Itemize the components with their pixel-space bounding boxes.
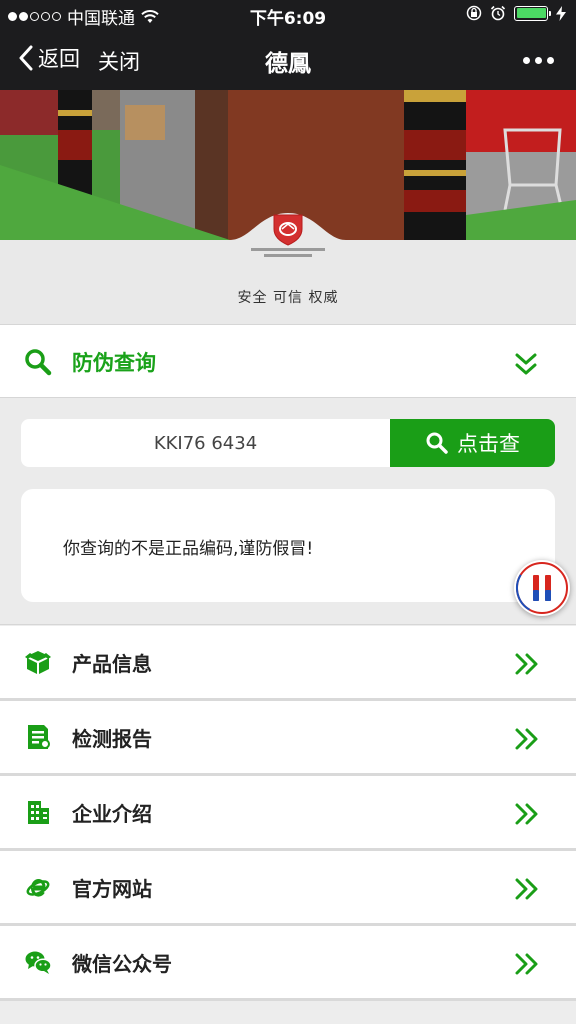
menu-item-label: 检测报告 [72,727,152,751]
pause-icon [516,562,568,614]
more-options-button[interactable] [523,57,554,64]
search-icon [25,349,52,376]
wechat-icon [25,951,52,974]
menu-list: 产品信息 检测报告 企业介绍 官方网站 微信公众号 [0,626,576,1001]
menu-item-official-website[interactable]: 官方网站 [0,851,576,926]
menu-item-wechat-account[interactable]: 微信公众号 [0,926,576,1001]
search-icon [426,432,448,454]
menu-item-company-intro[interactable]: 企业介绍 [0,776,576,851]
browser-icon [26,878,50,897]
double-chevron-right-icon [515,878,538,900]
double-chevron-right-icon [515,803,538,825]
query-button-label: 点击查 [457,432,520,456]
package-icon [25,651,51,674]
double-chevron-right-icon [515,728,538,750]
query-panel: 点击查 你查询的不是正品编码,谨防假冒! [0,398,576,625]
status-bar: 中国联通 下午6:09 [0,0,576,30]
double-chevron-down-icon[interactable] [514,351,538,377]
battery-icon [514,5,551,21]
brand-logo [273,214,303,246]
status-right [466,5,566,21]
report-icon [28,725,50,749]
building-icon [28,801,49,824]
menu-item-label: 官方网站 [72,877,152,901]
double-chevron-right-icon [515,953,538,975]
query-section-title: 防伪查询 [72,351,156,375]
menu-item-label: 微信公众号 [72,952,172,976]
result-message: 你查询的不是正品编码,谨防假冒! [63,539,314,559]
orientation-lock-icon [466,5,482,21]
logo-caption [238,248,338,262]
menu-item-product-info[interactable]: 产品信息 [0,626,576,701]
menu-item-label: 产品信息 [72,652,152,676]
query-button[interactable]: 点击查 [390,419,555,467]
double-chevron-right-icon [515,653,538,675]
result-panel: 你查询的不是正品编码,谨防假冒! [21,489,555,602]
alarm-icon [490,5,506,21]
menu-item-test-report[interactable]: 检测报告 [0,701,576,776]
menu-item-label: 企业介绍 [72,802,152,826]
navigation-bar: 返回 关闭 德鳳 [0,30,576,90]
brand-tagline: 安全 可信 权威 [237,290,339,306]
charging-bolt-icon [556,5,566,21]
page-title: 德鳳 [265,51,311,77]
floating-pause-button[interactable] [514,560,570,616]
code-input[interactable] [21,419,390,467]
anti-counterfeit-query-header[interactable]: 防伪查询 [0,324,576,398]
